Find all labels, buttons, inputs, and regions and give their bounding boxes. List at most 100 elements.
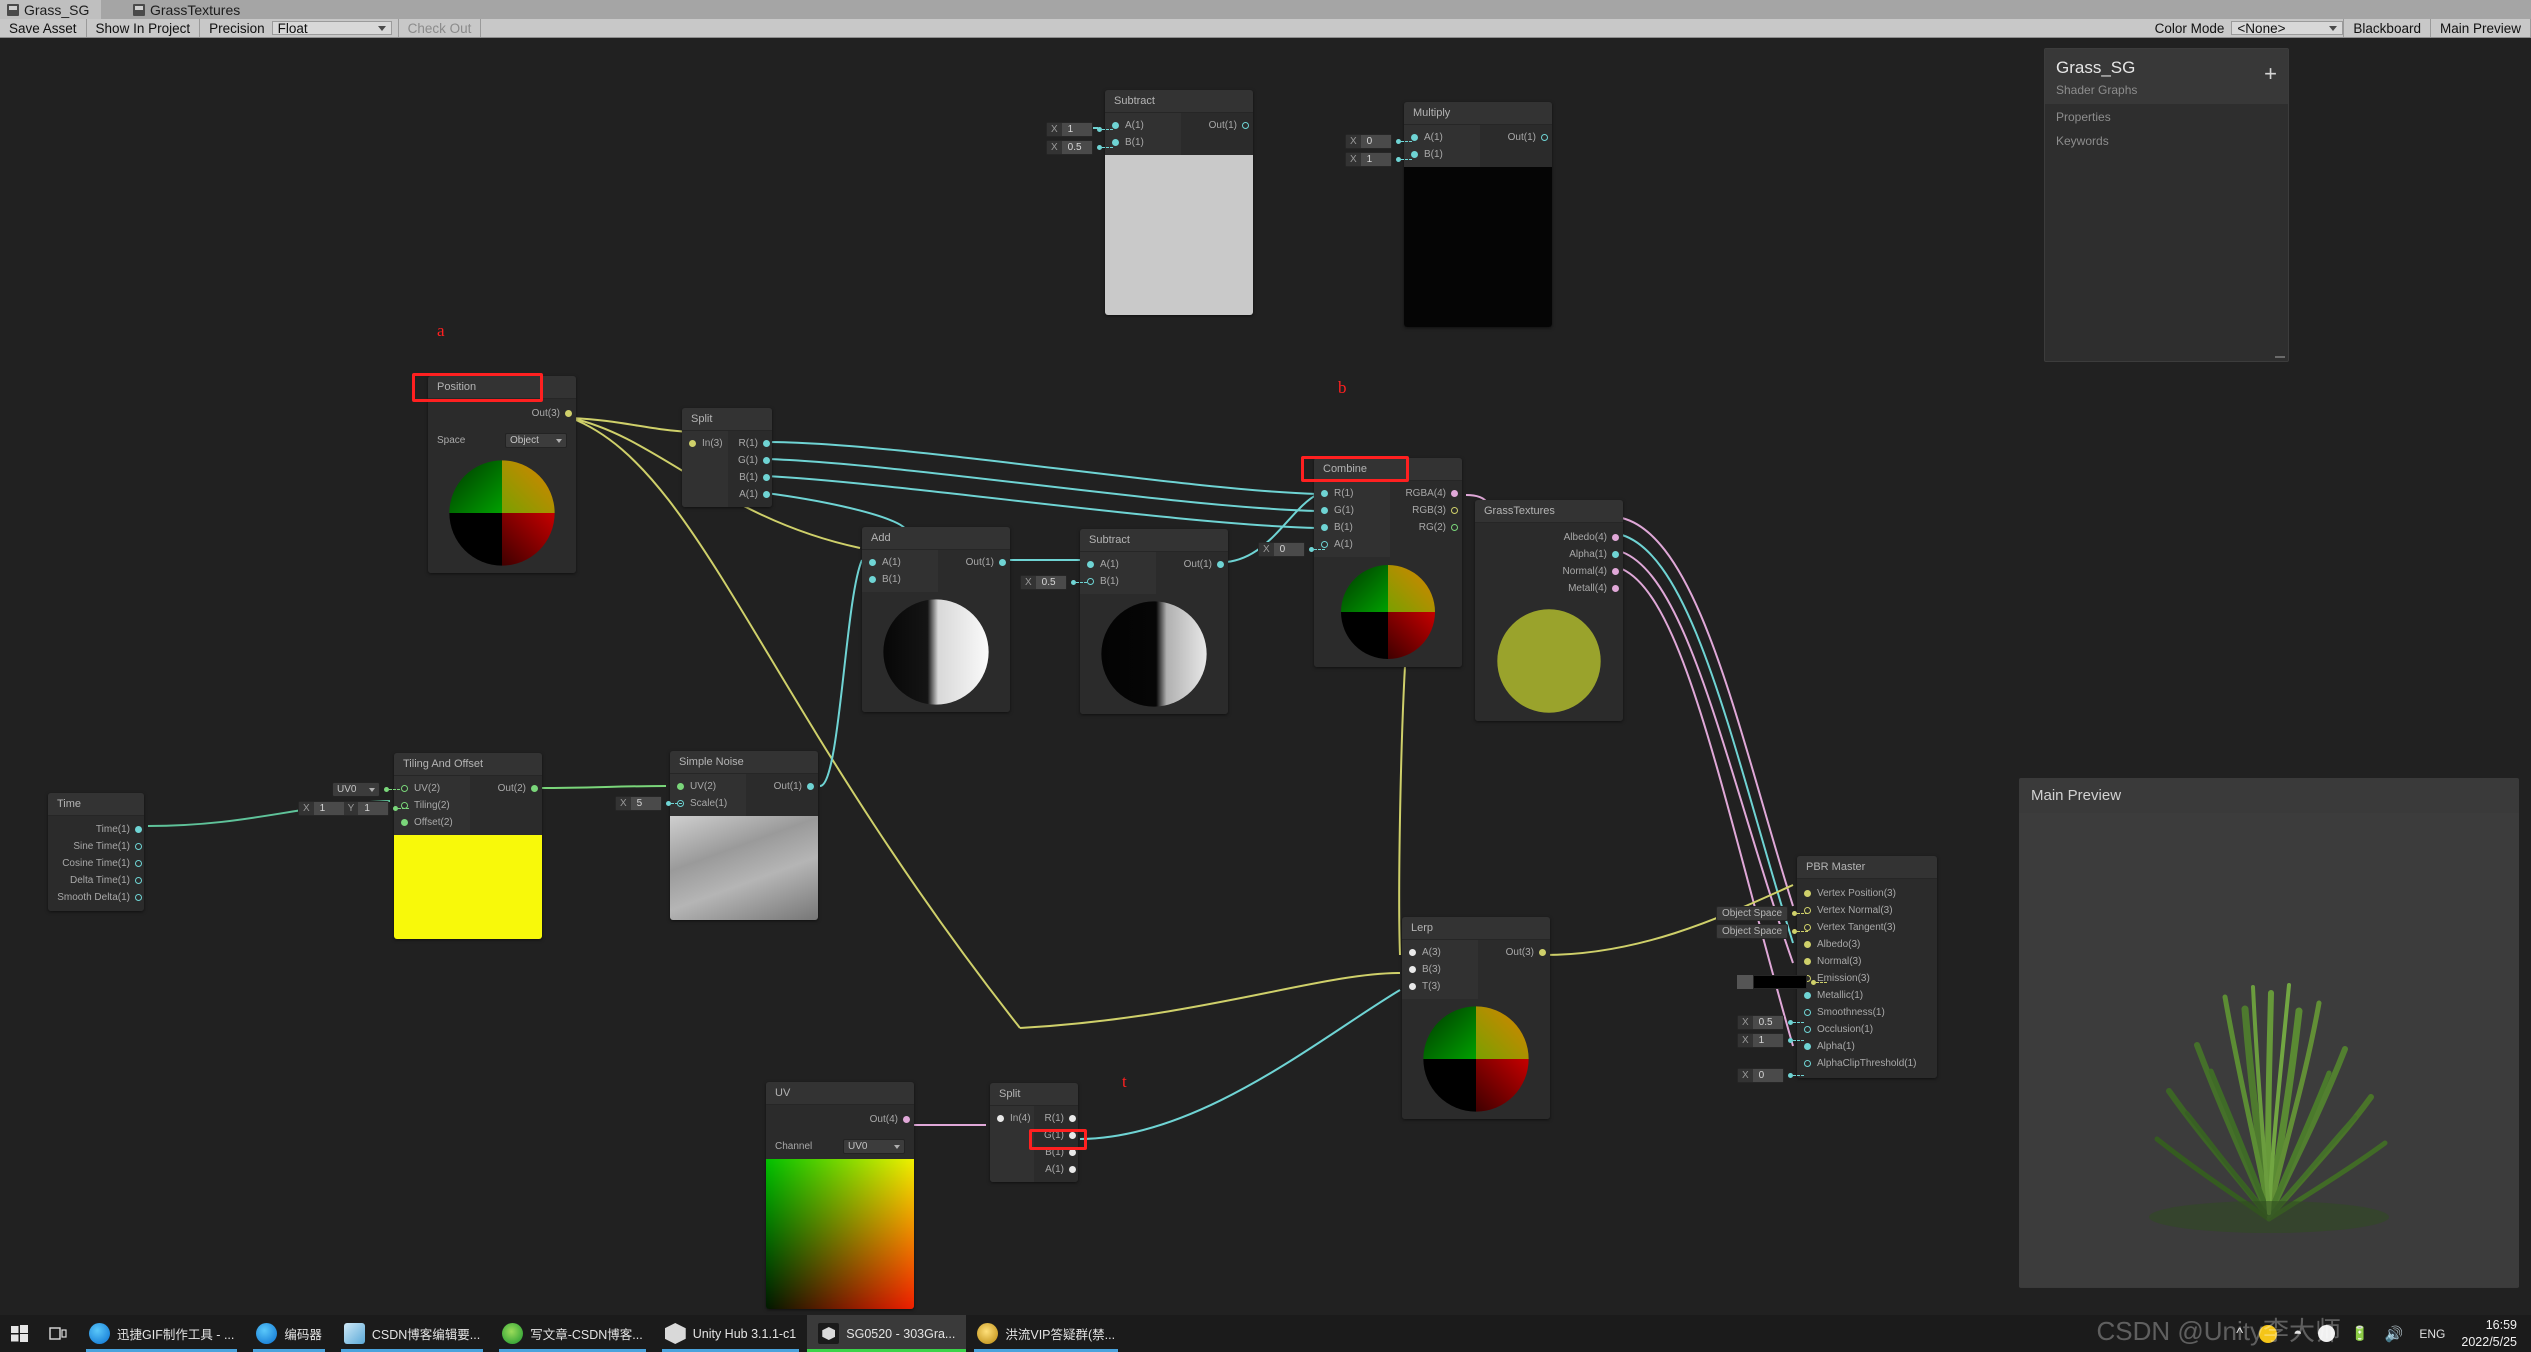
tab-grass-sg[interactable]: Grass_SG — [0, 0, 102, 19]
port-in-a[interactable]: A(3) — [1402, 944, 1478, 961]
taskbar-item-qq-group[interactable]: 洪流VIP答疑群(禁... — [966, 1315, 1126, 1352]
port-dot-icon[interactable] — [1321, 490, 1328, 497]
port-out-albedo[interactable]: Albedo(4) — [1475, 529, 1619, 546]
port-in-offset[interactable]: Offset(2) — [394, 814, 470, 831]
port-dot-icon[interactable] — [869, 559, 876, 566]
precision-dropdown[interactable]: Float — [271, 21, 392, 36]
port-out-b[interactable]: B(1) — [1034, 1144, 1076, 1161]
add-property-button[interactable]: + — [2264, 63, 2277, 85]
port-dot-icon[interactable] — [763, 440, 770, 447]
uv-channel-row[interactable]: Channel UV0 — [766, 1134, 914, 1159]
port-out[interactable]: Out(1) — [1181, 117, 1249, 134]
main-preview-viewport[interactable] — [2019, 813, 2519, 1287]
port-dot-icon[interactable] — [1451, 524, 1458, 531]
wifi-icon[interactable]: ◓ — [2293, 1325, 2302, 1342]
port-dot-icon[interactable] — [1612, 585, 1619, 592]
port-dot-icon[interactable] — [1804, 958, 1811, 965]
port-out[interactable]: Out(1) — [746, 778, 814, 795]
port-dot-icon[interactable] — [689, 440, 696, 447]
port-dot-icon[interactable] — [1451, 490, 1458, 497]
port-in[interactable]: In(3) — [682, 435, 728, 452]
save-asset-button[interactable]: Save Asset — [0, 19, 87, 37]
blackboard-section-keywords[interactable]: Keywords — [2045, 128, 2288, 152]
port-dot-icon[interactable] — [1451, 507, 1458, 514]
port-dot-icon[interactable] — [1409, 983, 1416, 990]
port-dot-icon[interactable] — [1804, 941, 1811, 948]
port-out-normal[interactable]: Normal(4) — [1475, 563, 1619, 580]
port-out-time[interactable]: Time(1) — [48, 821, 142, 838]
port-dot-icon[interactable] — [1069, 1115, 1076, 1122]
value-field[interactable]: 0.5 — [1035, 576, 1066, 589]
value-widget-combine-a[interactable]: X0 — [1258, 542, 1325, 557]
space-chip[interactable]: Object Space — [1716, 906, 1789, 921]
value-widget-vertex-tangent-space[interactable]: Object Space — [1716, 924, 1809, 939]
port-out-r[interactable]: R(1) — [728, 435, 770, 452]
blackboard-toggle-button[interactable]: Blackboard — [2343, 19, 2431, 37]
port-out[interactable]: Out(3) — [1478, 944, 1546, 961]
value-field[interactable]: 1 — [1360, 153, 1391, 166]
port-dot-icon[interactable] — [135, 877, 142, 884]
color-mode-dropdown[interactable]: <None> — [2231, 21, 2344, 36]
value-widget-vertex-normal-space[interactable]: Object Space — [1716, 906, 1809, 921]
value-widget-subtract-mid-b[interactable]: X 0.5 — [1020, 575, 1087, 590]
value-widget-subtract-a[interactable]: X1 — [1046, 122, 1113, 137]
port-dot-icon[interactable] — [1804, 1026, 1811, 1033]
port-in-uv[interactable]: UV(2) — [670, 778, 746, 795]
port-out-a[interactable]: A(1) — [728, 486, 770, 503]
value-field[interactable]: 0 — [1273, 543, 1304, 556]
value-widget-emission-color[interactable] — [1737, 975, 1827, 989]
blackboard-section-properties[interactable]: Properties — [2045, 104, 2288, 128]
uv-channel-dropdown[interactable]: UV0 — [332, 782, 380, 797]
taskbar-item-unity-hub[interactable]: Unity Hub 3.1.1-c1 — [654, 1315, 808, 1352]
port-dot-icon[interactable] — [677, 783, 684, 790]
port-in-t[interactable]: T(3) — [1402, 978, 1478, 995]
value-field-y[interactable]: 1 — [358, 802, 389, 815]
port-dot-icon[interactable] — [1541, 134, 1548, 141]
port-in-b[interactable]: B(1) — [862, 571, 938, 588]
port-in-normal[interactable]: Normal(3) — [1797, 953, 1937, 970]
node-position[interactable]: Position Out(3) Space Object — [428, 376, 576, 573]
emission-color-swatch[interactable] — [1753, 975, 1807, 989]
value-widget-occlusion[interactable]: X1 — [1737, 1033, 1804, 1048]
alipay-icon[interactable] — [2259, 1324, 2278, 1343]
port-out[interactable]: Out(1) — [1480, 129, 1548, 146]
port-dot-icon[interactable] — [763, 457, 770, 464]
value-widget-noise-scale[interactable]: X5 — [615, 796, 682, 811]
language-indicator[interactable]: ENG — [2419, 1327, 2445, 1341]
port-out-g[interactable]: G(1) — [1034, 1127, 1076, 1144]
port-out-rgba[interactable]: RGBA(4) — [1390, 485, 1458, 502]
port-out-a[interactable]: A(1) — [1034, 1161, 1076, 1178]
port-dot-icon[interactable] — [1804, 992, 1811, 999]
port-dot-icon[interactable] — [531, 785, 538, 792]
node-split-position[interactable]: Split In(3) R(1) G(1) B(1) A(1) — [682, 408, 772, 507]
port-dot-icon[interactable] — [763, 491, 770, 498]
port-dot-icon[interactable] — [1069, 1149, 1076, 1156]
port-in-metallic[interactable]: Metallic(1) — [1797, 987, 1937, 1004]
taskbar-item-unity-editor[interactable]: SG0520 - 303Gra... — [807, 1315, 967, 1352]
port-dot-icon[interactable] — [135, 826, 142, 833]
port-dot-icon[interactable] — [1409, 966, 1416, 973]
port-dot-icon[interactable] — [1217, 561, 1224, 568]
node-uv[interactable]: UV Out(4) Channel UV0 — [766, 1082, 914, 1309]
value-widget-alpha-clip-threshold[interactable]: X0 — [1737, 1068, 1804, 1083]
port-dot-icon[interactable] — [1069, 1132, 1076, 1139]
port-in-b[interactable]: B(1) — [1404, 146, 1480, 163]
port-dot-icon[interactable] — [135, 843, 142, 850]
port-dot-icon[interactable] — [401, 785, 408, 792]
port-in-b[interactable]: B(1) — [1105, 134, 1181, 151]
port-dot-icon[interactable] — [1539, 949, 1546, 956]
value-field[interactable]: 5 — [630, 797, 661, 810]
node-pbr-master[interactable]: PBR Master Vertex Position(3) Vertex Nor… — [1797, 856, 1937, 1078]
port-out-alpha[interactable]: Alpha(1) — [1475, 546, 1619, 563]
port-in-alpha[interactable]: Alpha(1) — [1797, 1038, 1937, 1055]
clock[interactable]: 16:59 2022/5/25 — [2461, 1317, 2517, 1351]
volume-icon[interactable]: 🔊 — [2385, 1325, 2404, 1343]
port-out-r[interactable]: R(1) — [1034, 1110, 1076, 1127]
node-simple-noise[interactable]: Simple Noise UV(2) Scale(1) Out(1) — [670, 751, 818, 920]
port-dot-icon[interactable] — [1087, 561, 1094, 568]
port-in-vertex-tangent[interactable]: Vertex Tangent(3) — [1797, 919, 1937, 936]
port-out[interactable]: Out(1) — [1156, 556, 1224, 573]
port-in-b[interactable]: B(3) — [1402, 961, 1478, 978]
port-out-sine-time[interactable]: Sine Time(1) — [48, 838, 142, 855]
port-dot-icon[interactable] — [401, 819, 408, 826]
